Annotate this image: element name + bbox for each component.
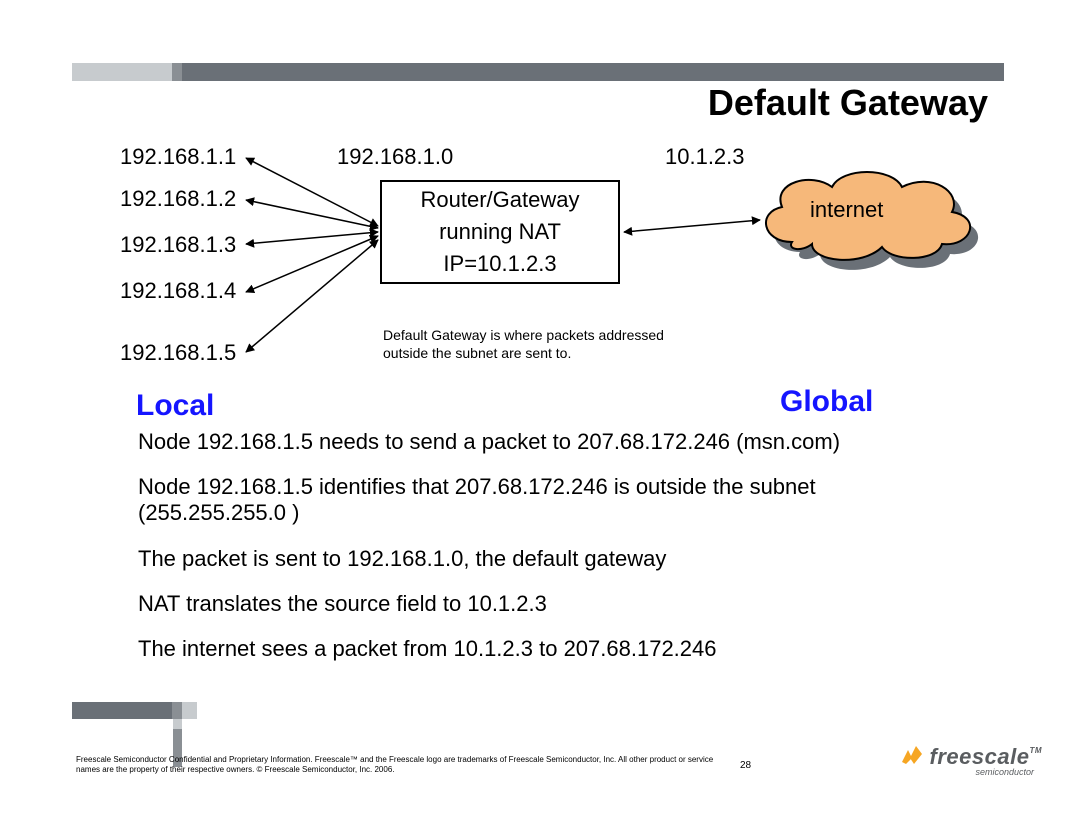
router-line: running NAT: [382, 216, 618, 248]
decoration-bar: [172, 63, 182, 81]
logo-tm: TM: [1029, 746, 1042, 755]
footnote: Freescale Semiconductor Confidential and…: [76, 755, 716, 775]
slide-title: Default Gateway: [708, 82, 988, 124]
gateway-wan-ip-label: 10.1.2.3: [665, 144, 745, 170]
ip-address: 192.168.1.3: [120, 232, 236, 258]
body-text: NAT translates the source field to 10.1.…: [138, 591, 968, 617]
ip-address: 192.168.1.2: [120, 186, 236, 212]
global-label: Global: [780, 385, 873, 419]
decoration-bar: [182, 63, 1004, 81]
router-line: Router/Gateway: [382, 184, 618, 216]
decoration-bar: [72, 63, 172, 81]
gateway-lan-ip-label: 192.168.1.0: [337, 144, 453, 170]
decoration-bar: [182, 702, 197, 719]
router-line: IP=10.1.2.3: [382, 248, 618, 280]
decoration-bar: [72, 702, 172, 719]
explanation-text: Default Gateway is where packets address…: [383, 326, 703, 362]
local-label: Local: [136, 389, 214, 423]
freescale-logo: freescale TM semiconductor: [900, 744, 1042, 777]
cloud-label: internet: [810, 197, 883, 223]
decoration-bar: [173, 719, 182, 729]
page-number: 28: [740, 760, 751, 771]
body-text: Node 192.168.1.5 identifies that 207.68.…: [138, 474, 968, 526]
body-text: Node 192.168.1.5 needs to send a packet …: [138, 429, 968, 455]
ip-address: 192.168.1.1: [120, 144, 236, 170]
body-text: The packet is sent to 192.168.1.0, the d…: [138, 546, 968, 572]
body-text: The internet sees a packet from 10.1.2.3…: [138, 636, 968, 662]
freescale-logo-icon: [900, 744, 926, 766]
decoration-bar: [172, 702, 182, 719]
ip-address: 192.168.1.5: [120, 340, 236, 366]
ip-address: 192.168.1.4: [120, 278, 236, 304]
router-box: Router/Gateway running NAT IP=10.1.2.3: [380, 180, 620, 284]
